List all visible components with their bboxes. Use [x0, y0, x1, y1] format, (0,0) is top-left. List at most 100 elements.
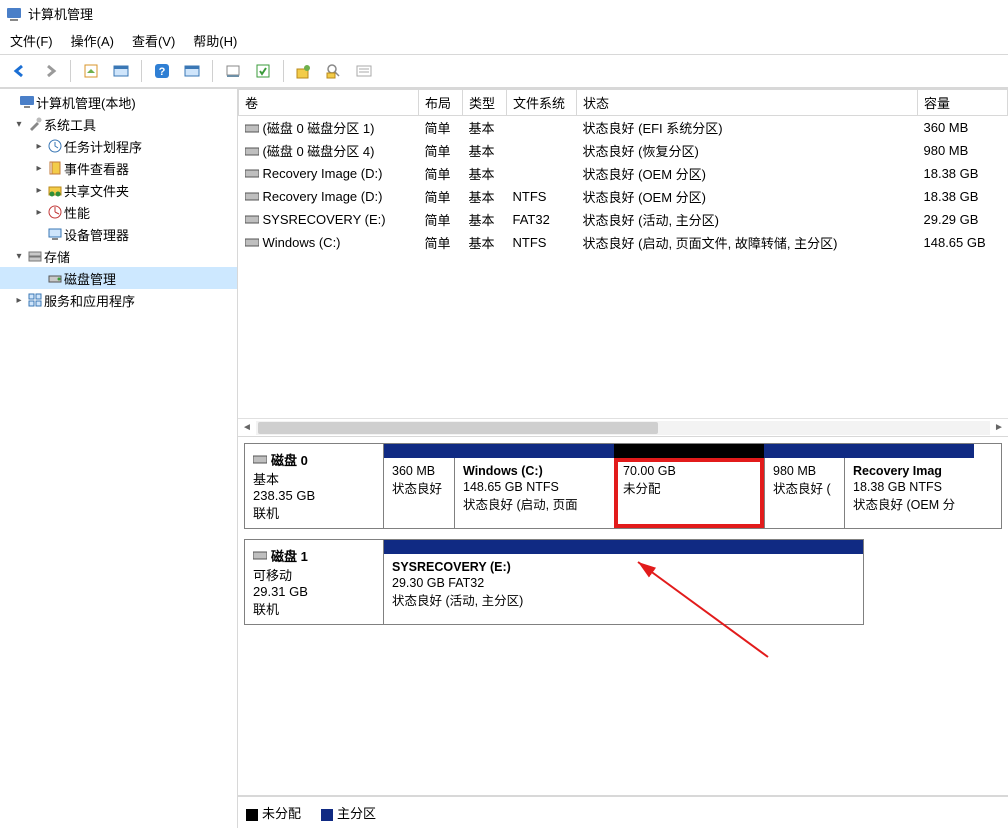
table-header-row[interactable]: 卷 布局 类型 文件系统 状态 容量: [239, 90, 1008, 116]
disk-1-block[interactable]: 磁盘 1 可移动 29.31 GB 联机 SYSRECOVERY (E:) 29…: [244, 539, 1002, 625]
perf-icon: [46, 204, 64, 220]
tools-icon: [26, 116, 44, 132]
disk-1-size: 29.31 GB: [253, 584, 375, 599]
table-row[interactable]: (磁盘 0 磁盘分区 4)简单基本状态良好 (恢复分区)980 MB: [239, 139, 1008, 162]
table-row[interactable]: SYSRECOVERY (E:)简单基本FAT32状态良好 (活动, 主分区)2…: [239, 208, 1008, 231]
scroll-left-icon[interactable]: ◄: [238, 422, 256, 433]
col-layout[interactable]: 布局: [419, 90, 463, 116]
col-status[interactable]: 状态: [577, 90, 918, 116]
tree-diskmgmt-label: 磁盘管理: [64, 269, 116, 288]
disk-1-kind: 可移动: [253, 565, 375, 584]
computer-icon: [18, 94, 36, 110]
title-bar: 计算机管理: [0, 0, 1008, 27]
navigation-tree[interactable]: 计算机管理(本地) ▾ 系统工具 ▸ 任务计划程序 ▸ 事件查看器 ▸ 共享文件…: [0, 88, 238, 828]
menu-action[interactable]: 操作(A): [71, 31, 114, 50]
partition-title: SYSRECOVERY (E:): [392, 560, 855, 574]
partition-status: 状态良好 (活动, 主分区): [392, 590, 855, 609]
menu-view[interactable]: 查看(V): [132, 31, 175, 50]
expand-icon[interactable]: ▸: [32, 185, 46, 196]
tree-devmgr-label: 设备管理器: [64, 225, 129, 244]
tree-event-viewer[interactable]: ▸ 事件查看器: [0, 157, 237, 179]
menu-help[interactable]: 帮助(H): [193, 31, 237, 50]
table-row[interactable]: (磁盘 0 磁盘分区 1)简单基本状态良好 (EFI 系统分区)360 MB: [239, 116, 1008, 140]
forward-button[interactable]: [38, 59, 62, 83]
col-type[interactable]: 类型: [463, 90, 507, 116]
tree-services-label: 服务和应用程序: [44, 291, 135, 310]
tree-disk-management[interactable]: 磁盘管理: [0, 267, 237, 289]
tree-device-manager[interactable]: 设备管理器: [0, 223, 237, 245]
partition-size: 29.30 GB FAT32: [392, 576, 855, 590]
expand-icon[interactable]: ▸: [32, 163, 46, 174]
eventlog-icon: [46, 160, 64, 176]
horizontal-scrollbar[interactable]: ◄ ►: [238, 418, 1008, 436]
tree-services-apps[interactable]: ▸ 服务和应用程序: [0, 289, 237, 311]
tree-systools-label: 系统工具: [44, 115, 96, 134]
disk-1-partition[interactable]: SYSRECOVERY (E:) 29.30 GB FAT32 状态良好 (活动…: [384, 554, 863, 624]
menu-file[interactable]: 文件(F): [10, 31, 53, 50]
disk-1-name: 磁盘 1: [271, 549, 308, 564]
tree-performance-label: 性能: [64, 203, 90, 222]
volume-list-pane: 卷 布局 类型 文件系统 状态 容量 (磁盘 0 磁盘分区 1)简单基本状态良好…: [238, 89, 1008, 437]
removable-disk-icon: [253, 549, 267, 564]
tree-task-scheduler[interactable]: ▸ 任务计划程序: [0, 135, 237, 157]
disk-0-partition[interactable]: 70.00 GB未分配: [614, 458, 764, 528]
legend-primary: 主分区: [321, 803, 376, 822]
disk-0-block[interactable]: 磁盘 0 基本 238.35 GB 联机 360 MB状态良好Windows (…: [244, 443, 1002, 529]
tool-btn-5[interactable]: [251, 59, 275, 83]
tree-performance[interactable]: ▸ 性能: [0, 201, 237, 223]
disk-0-partition[interactable]: 360 MB状态良好: [384, 458, 454, 528]
scroll-track[interactable]: [256, 421, 990, 435]
table-row[interactable]: Recovery Image (D:)简单基本NTFS状态良好 (OEM 分区)…: [239, 185, 1008, 208]
svg-text:?: ?: [159, 66, 166, 78]
tool-btn-3[interactable]: [180, 59, 204, 83]
legend-bar: 未分配 主分区: [238, 796, 1008, 828]
tool-btn-7[interactable]: [322, 59, 346, 83]
col-fs[interactable]: 文件系统: [507, 90, 577, 116]
folder-share-icon: [46, 182, 64, 198]
scroll-thumb[interactable]: [258, 422, 658, 434]
col-capacity[interactable]: 容量: [918, 90, 1008, 116]
disk-0-partition[interactable]: Windows (C:)148.65 GB NTFS状态良好 (启动, 页面: [454, 458, 614, 528]
tool-btn-8[interactable]: [352, 59, 376, 83]
tree-tasksched-label: 任务计划程序: [64, 137, 142, 156]
tool-btn-2[interactable]: [109, 59, 133, 83]
disk-graphic-pane: 磁盘 0 基本 238.35 GB 联机 360 MB状态良好Windows (…: [238, 437, 1008, 796]
help-icon[interactable]: ?: [150, 59, 174, 83]
device-icon: [46, 226, 64, 242]
storage-icon: [26, 248, 44, 264]
expand-icon[interactable]: ▸: [32, 141, 46, 152]
volume-table[interactable]: 卷 布局 类型 文件系统 状态 容量 (磁盘 0 磁盘分区 1)简单基本状态良好…: [238, 89, 1008, 254]
disk-0-info[interactable]: 磁盘 0 基本 238.35 GB 联机: [244, 443, 384, 529]
tool-btn-4[interactable]: [221, 59, 245, 83]
scroll-right-icon[interactable]: ►: [990, 422, 1008, 433]
tree-systools[interactable]: ▾ 系统工具: [0, 113, 237, 135]
disk-0-partitions: 360 MB状态良好Windows (C:)148.65 GB NTFS状态良好…: [384, 443, 1002, 529]
table-row[interactable]: Windows (C:)简单基本NTFS状态良好 (启动, 页面文件, 故障转储…: [239, 231, 1008, 254]
window-title: 计算机管理: [28, 4, 93, 23]
collapse-icon[interactable]: ▾: [12, 119, 26, 130]
table-row[interactable]: Recovery Image (D:)简单基本状态良好 (OEM 分区)18.3…: [239, 162, 1008, 185]
tool-btn-6[interactable]: [292, 59, 316, 83]
back-button[interactable]: [8, 59, 32, 83]
tree-storage[interactable]: ▾ 存储: [0, 245, 237, 267]
tree-eventviewer-label: 事件查看器: [64, 159, 129, 178]
disk-icon: [46, 270, 64, 286]
disk-0-name: 磁盘 0: [271, 453, 308, 468]
disk-0-partition[interactable]: 980 MB状态良好 (: [764, 458, 844, 528]
tool-btn-1[interactable]: [79, 59, 103, 83]
disk-1-info[interactable]: 磁盘 1 可移动 29.31 GB 联机: [244, 539, 384, 625]
tree-shared-folders[interactable]: ▸ 共享文件夹: [0, 179, 237, 201]
disk-icon: [253, 453, 267, 468]
menu-bar: 文件(F) 操作(A) 查看(V) 帮助(H): [0, 27, 1008, 54]
expand-icon[interactable]: ▸: [32, 207, 46, 218]
col-volume[interactable]: 卷: [239, 90, 419, 116]
disk-0-state: 联机: [253, 503, 375, 522]
expand-icon[interactable]: ▸: [12, 295, 26, 306]
collapse-icon[interactable]: ▾: [12, 251, 26, 262]
tree-sharedfolders-label: 共享文件夹: [64, 181, 129, 200]
disk-1-state: 联机: [253, 599, 375, 618]
tree-root-label: 计算机管理(本地): [36, 93, 136, 112]
tree-root[interactable]: 计算机管理(本地): [0, 91, 237, 113]
disk-0-partition[interactable]: Recovery Imag18.38 GB NTFS状态良好 (OEM 分: [844, 458, 974, 528]
services-icon: [26, 292, 44, 308]
